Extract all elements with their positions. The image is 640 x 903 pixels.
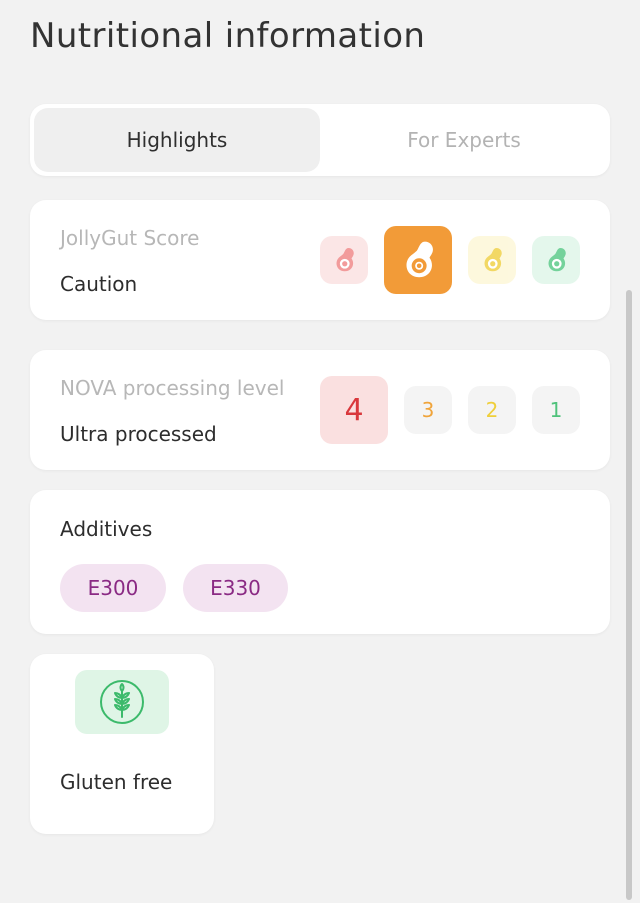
additives-heading: Additives <box>60 517 153 541</box>
nova-card: NOVA processing level Ultra processed 4 … <box>30 350 610 470</box>
green-avocado-icon <box>532 236 580 284</box>
red-avocado-icon <box>320 236 368 284</box>
additive-chip-e300[interactable]: E300 <box>60 564 166 612</box>
jollygut-score-card: JollyGut Score Caution <box>30 200 610 320</box>
score-heading: JollyGut Score <box>60 226 200 250</box>
orange-avocado-icon <box>384 226 452 294</box>
nova-heading: NOVA processing level <box>60 376 285 400</box>
page-title: Nutritional information <box>30 16 426 56</box>
nova-level-4: 4 <box>320 376 388 444</box>
additives-card: Additives E300 E330 <box>30 490 610 634</box>
wheat-icon <box>75 670 169 734</box>
additive-chip-e330[interactable]: E330 <box>183 564 288 612</box>
nova-value: Ultra processed <box>60 422 217 446</box>
tab-switcher: Highlights For Experts <box>30 104 610 176</box>
gluten-free-badge[interactable]: Gluten free <box>30 654 214 834</box>
nova-level-1: 1 <box>532 386 580 434</box>
tab-highlights[interactable]: Highlights <box>34 108 320 172</box>
gluten-free-label: Gluten free <box>60 770 173 794</box>
yellow-avocado-icon <box>468 236 516 284</box>
tab-for-experts[interactable]: For Experts <box>322 108 606 172</box>
nova-level-2: 2 <box>468 386 516 434</box>
score-value: Caution <box>60 272 138 296</box>
scrollbar[interactable] <box>626 290 632 900</box>
nova-level-3: 3 <box>404 386 452 434</box>
